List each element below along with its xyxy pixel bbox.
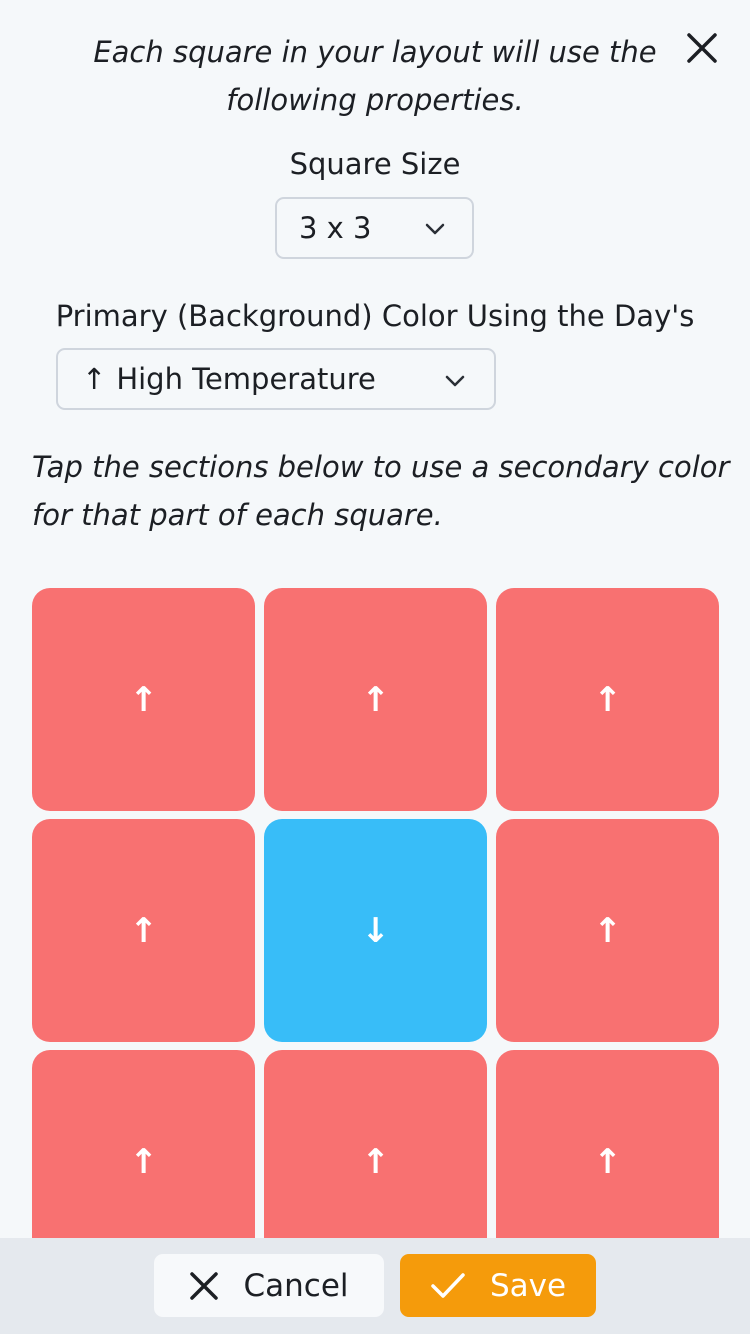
square-section-grid: ↑ ↑ ↑ ↑ ↓ ↑ ↑ ↑ ↑: [32, 588, 719, 1273]
x-icon: [189, 1271, 219, 1301]
primary-color-label: Primary (Background) Color Using the Day…: [55, 299, 695, 333]
grid-section-secondary[interactable]: ↓: [264, 819, 487, 1042]
grid-section[interactable]: ↑: [496, 588, 719, 811]
arrow-up-icon: ↑: [593, 910, 622, 951]
close-icon: [687, 33, 717, 63]
arrow-up-icon: ↑: [593, 679, 622, 720]
primary-color-arrow: ↑: [82, 362, 107, 396]
primary-color-value: High Temperature: [116, 362, 376, 396]
primary-color-select[interactable]: ↑ High Temperature: [56, 348, 496, 410]
chevron-down-icon: [445, 375, 465, 387]
cancel-button[interactable]: Cancel: [154, 1254, 384, 1317]
close-button[interactable]: [682, 28, 722, 68]
square-size-select[interactable]: 3 x 3: [275, 197, 474, 259]
grid-section[interactable]: ↑: [496, 819, 719, 1042]
save-label: Save: [489, 1267, 567, 1304]
chevron-down-icon: [425, 223, 445, 235]
grid-section[interactable]: ↑: [264, 588, 487, 811]
instructions-text: Tap the sections below to use a secondar…: [32, 450, 730, 532]
check-icon: [430, 1272, 466, 1300]
arrow-up-icon: ↑: [361, 679, 390, 720]
intro-text: Each square in your layout will use the …: [93, 35, 657, 117]
arrow-up-icon: ↑: [361, 1141, 390, 1182]
square-size-label: Square Size: [289, 147, 461, 181]
arrow-up-icon: ↑: [129, 679, 158, 720]
arrow-up-icon: ↑: [593, 1141, 622, 1182]
arrow-down-icon: ↓: [361, 910, 390, 951]
square-size-value: 3 x 3: [299, 211, 372, 245]
layout-properties-screen: Each square in your layout will use the …: [0, 0, 750, 1334]
grid-section[interactable]: ↑: [32, 588, 255, 811]
save-button[interactable]: Save: [400, 1254, 596, 1317]
arrow-up-icon: ↑: [129, 910, 158, 951]
cancel-label: Cancel: [243, 1267, 349, 1304]
grid-section[interactable]: ↑: [32, 819, 255, 1042]
arrow-up-icon: ↑: [129, 1141, 158, 1182]
footer-bar: Cancel Save: [0, 1238, 750, 1334]
